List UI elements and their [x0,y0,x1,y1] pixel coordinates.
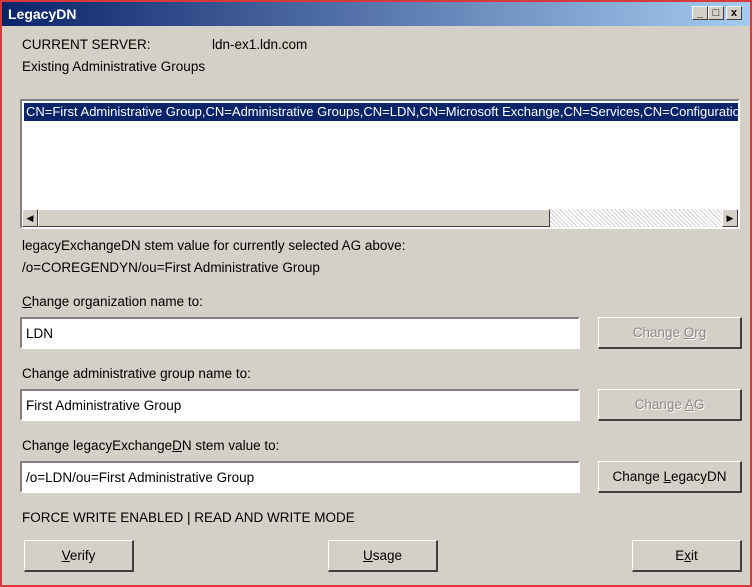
minimize-button[interactable]: _ [692,6,708,20]
minimize-icon: _ [696,7,704,19]
org-name-input[interactable] [20,317,580,349]
verify-button[interactable]: Verify [24,540,134,572]
ag-name-label: Change administrative group name to: [22,366,251,381]
change-org-button[interactable]: Change Org [598,317,742,349]
scrollbar-thumb[interactable] [38,209,550,227]
maximize-icon: □ [712,7,720,19]
stem-label: legacyExchangeDN stem value for currentl… [22,238,406,253]
org-name-label: Change organization name to: [22,294,203,309]
change-ag-button[interactable]: Change AG [598,389,742,421]
exit-button[interactable]: Exit [632,540,742,572]
current-server-value: ldn-ex1.ldn.com [212,37,308,52]
close-icon: x [730,7,738,19]
change-legacydn-button[interactable]: Change LegacyDN [598,461,742,493]
admin-groups-listbox[interactable]: CN=First Administrative Group,CN=Adminis… [20,99,740,229]
arrow-right-icon: ▶ [726,213,734,223]
list-item[interactable]: CN=First Administrative Group,CN=Adminis… [24,103,738,121]
legacydn-stem-label: Change legacyExchangeDN stem value to: [22,438,280,453]
current-server-label: CURRENT SERVER: [22,37,151,52]
legacydn-window: LegacyDN _ □ x CURRENT SERVER: ldn-ex1.l… [0,0,752,587]
horizontal-scrollbar[interactable]: ◀ ▶ [22,209,738,227]
window-title: LegacyDN [8,6,77,22]
title-bar[interactable]: LegacyDN _ □ x [2,2,750,26]
scroll-right-button[interactable]: ▶ [722,209,738,227]
mode-status-text: FORCE WRITE ENABLED | READ AND WRITE MOD… [22,510,355,525]
close-button[interactable]: x [726,6,742,20]
ag-name-input[interactable] [20,389,580,421]
arrow-left-icon: ◀ [26,213,34,223]
stem-value: /o=COREGENDYN/ou=First Administrative Gr… [22,260,320,275]
scroll-left-button[interactable]: ◀ [22,209,38,227]
usage-button[interactable]: Usage [328,540,438,572]
legacydn-stem-input[interactable] [20,461,580,493]
admin-groups-label: Existing Administrative Groups [22,59,206,74]
maximize-button[interactable]: □ [708,6,724,20]
